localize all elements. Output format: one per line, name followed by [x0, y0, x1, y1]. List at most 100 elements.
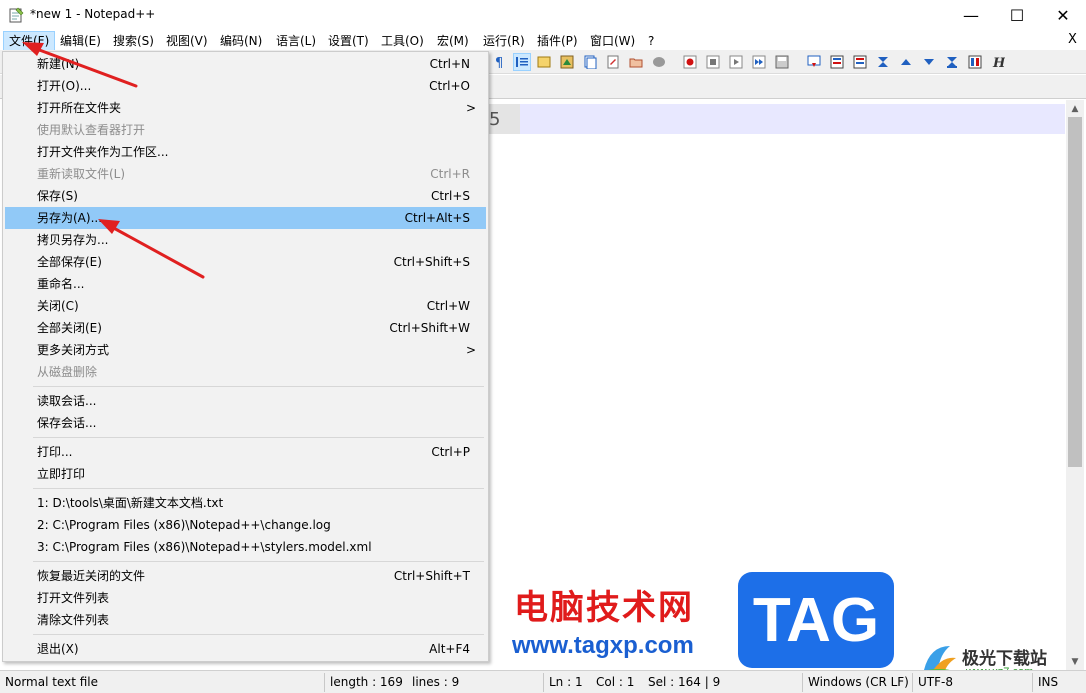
menu-item-shortcut: Ctrl+S — [430, 189, 470, 203]
menu-item-close[interactable]: 关闭(C) Ctrl+W — [5, 295, 486, 317]
stop-macro-icon[interactable] — [704, 53, 722, 71]
menu-item-label: 打开(O)... — [37, 79, 92, 93]
status-sel: Sel : 164 | 9 — [648, 675, 721, 689]
sync-scroll-icon[interactable] — [966, 53, 984, 71]
menu-item-close-all[interactable]: 全部关闭(E) Ctrl+Shift+W — [5, 317, 486, 339]
menu-item-exit[interactable]: 退出(X) Alt+F4 — [5, 638, 486, 660]
menu-item-open-file-list[interactable]: 打开文件列表 — [5, 587, 486, 609]
menu-item-save-all[interactable]: 全部保存(E) Ctrl+Shift+S — [5, 251, 486, 273]
menu-item-print[interactable]: 打印... Ctrl+P — [5, 441, 486, 463]
menu-item-delete-from-disk[interactable]: 从磁盘删除 — [5, 361, 486, 383]
next-diff-icon[interactable] — [920, 53, 938, 71]
status-eol: Windows (CR LF) — [808, 675, 909, 689]
menu-item-load-session[interactable]: 读取会话... — [5, 390, 486, 412]
menu-item-open-containing-folder[interactable]: 打开所在文件夹 > — [5, 97, 486, 119]
menu-settings[interactable]: 设置(T) — [323, 32, 374, 50]
menu-item-label: 立即打印 — [37, 467, 86, 481]
menu-item-open-folder-workspace[interactable]: 打开文件夹作为工作区... — [5, 141, 486, 163]
user-lang-icon[interactable] — [535, 53, 553, 71]
menu-item-save-session[interactable]: 保存会话... — [5, 412, 486, 434]
menu-item-shortcut: Alt+F4 — [429, 642, 470, 656]
menu-item-label: 恢复最近关闭的文件 — [37, 569, 146, 583]
close-window-button[interactable]: ✕ — [1040, 0, 1086, 30]
menu-item-shortcut: Ctrl+P — [431, 445, 470, 459]
scroll-up-icon[interactable]: ▲ — [1066, 100, 1084, 117]
doc-list-icon[interactable] — [581, 53, 599, 71]
bookmark-icon[interactable] — [805, 53, 823, 71]
menu-item-open[interactable]: 打开(O)... Ctrl+O — [5, 75, 486, 97]
last-diff-icon[interactable] — [943, 53, 961, 71]
menu-item-recent-file-3[interactable]: 3: C:\Program Files (x86)\Notepad++\styl… — [5, 536, 486, 558]
menu-item-label: 重新读取文件(L) — [37, 167, 126, 181]
menu-item-save[interactable]: 保存(S) Ctrl+S — [5, 185, 486, 207]
window-title: *new 1 - Notepad++ — [30, 7, 156, 21]
record-macro-icon[interactable] — [681, 53, 699, 71]
menu-item-label: 退出(X) — [37, 642, 79, 656]
menu-item-open-default-viewer[interactable]: 使用默认查看器打开 — [5, 119, 486, 141]
file-dropdown-menu: 新建(N) Ctrl+N 打开(O)... Ctrl+O 打开所在文件夹 > 使… — [2, 51, 489, 662]
indent-guide-icon[interactable] — [513, 53, 531, 71]
hex-editor-icon[interactable]: H — [989, 53, 1007, 71]
play-macro-icon[interactable] — [727, 53, 745, 71]
menu-item-restore-recent[interactable]: 恢复最近关闭的文件 Ctrl+Shift+T — [5, 565, 486, 587]
menu-item-recent-file-2[interactable]: 2: C:\Program Files (x86)\Notepad++\chan… — [5, 514, 486, 536]
show-all-chars-icon[interactable]: ¶ — [490, 53, 508, 71]
scroll-down-icon[interactable]: ▼ — [1066, 653, 1084, 670]
watermark-tag-logo: TAG — [738, 572, 894, 668]
menu-search[interactable]: 搜索(S) — [108, 32, 159, 50]
status-divider — [543, 673, 544, 692]
status-lines: lines : 9 — [412, 675, 460, 689]
menu-separator — [33, 561, 484, 562]
menu-help[interactable]: ? — [643, 32, 659, 50]
menu-item-save-copy-as[interactable]: 拷贝另存为... — [5, 229, 486, 251]
menu-item-close-more[interactable]: 更多关闭方式 > — [5, 339, 486, 361]
doc-map-icon[interactable] — [558, 53, 576, 71]
submenu-arrow-icon: > — [465, 343, 476, 357]
menu-item-label: 使用默认查看器打开 — [37, 123, 146, 137]
run-macro-multiple-icon[interactable] — [750, 53, 768, 71]
monitoring-icon[interactable] — [650, 53, 668, 71]
menu-item-recent-file-1[interactable]: 1: D:\tools\桌面\新建文本文档.txt — [5, 492, 486, 514]
current-line-highlight — [520, 104, 1065, 134]
menu-file[interactable]: 文件(F) — [3, 31, 56, 51]
first-diff-icon[interactable] — [874, 53, 892, 71]
menu-item-new[interactable]: 新建(N) Ctrl+N — [5, 53, 486, 75]
menu-item-save-as[interactable]: 另存为(A)... Ctrl+Alt+S — [5, 207, 486, 229]
menu-item-label: 关闭(C) — [37, 299, 79, 313]
menu-edit[interactable]: 编辑(E) — [55, 32, 106, 50]
save-macro-icon[interactable] — [773, 53, 791, 71]
menu-separator — [33, 437, 484, 438]
menu-item-shortcut: Ctrl+Shift+S — [393, 255, 470, 269]
function-list-icon[interactable] — [604, 53, 622, 71]
menu-item-shortcut: Ctrl+Shift+W — [389, 321, 470, 335]
status-divider — [324, 673, 325, 692]
menu-item-print-now[interactable]: 立即打印 — [5, 463, 486, 485]
scrollbar-thumb[interactable] — [1068, 117, 1082, 467]
compare-next-icon[interactable] — [851, 53, 869, 71]
folder-workspace-icon[interactable] — [627, 53, 645, 71]
maximize-button[interactable]: ☐ — [994, 0, 1040, 30]
menu-separator — [33, 386, 484, 387]
menu-run[interactable]: 运行(R) — [478, 32, 530, 50]
menu-separator — [33, 488, 484, 489]
menu-encoding[interactable]: 编码(N) — [215, 32, 267, 50]
compare-icon[interactable] — [828, 53, 846, 71]
menu-item-label: 保存会话... — [37, 416, 97, 430]
minimize-button[interactable]: — — [948, 0, 994, 30]
menu-view[interactable]: 视图(V) — [161, 32, 213, 50]
menu-bar: 文件(F) 编辑(E) 搜索(S) 视图(V) 编码(N) 语言(L) 设置(T… — [0, 30, 1086, 51]
menu-item-clear-file-list[interactable]: 清除文件列表 — [5, 609, 486, 631]
menu-macro[interactable]: 宏(M) — [432, 32, 474, 50]
menu-plugins[interactable]: 插件(P) — [532, 32, 583, 50]
prev-diff-icon[interactable] — [897, 53, 915, 71]
menu-item-rename[interactable]: 重命名... — [5, 273, 486, 295]
status-ln: Ln : 1 — [549, 675, 583, 689]
menu-window[interactable]: 窗口(W) — [585, 32, 640, 50]
menu-item-label: 另存为(A)... — [37, 211, 103, 225]
close-document-button[interactable]: X — [1068, 32, 1077, 47]
menu-tools[interactable]: 工具(O) — [376, 32, 429, 50]
menu-item-reload[interactable]: 重新读取文件(L) Ctrl+R — [5, 163, 486, 185]
menu-language[interactable]: 语言(L) — [271, 32, 321, 50]
menu-item-label: 读取会话... — [37, 394, 97, 408]
menu-item-shortcut: Ctrl+N — [429, 57, 470, 71]
